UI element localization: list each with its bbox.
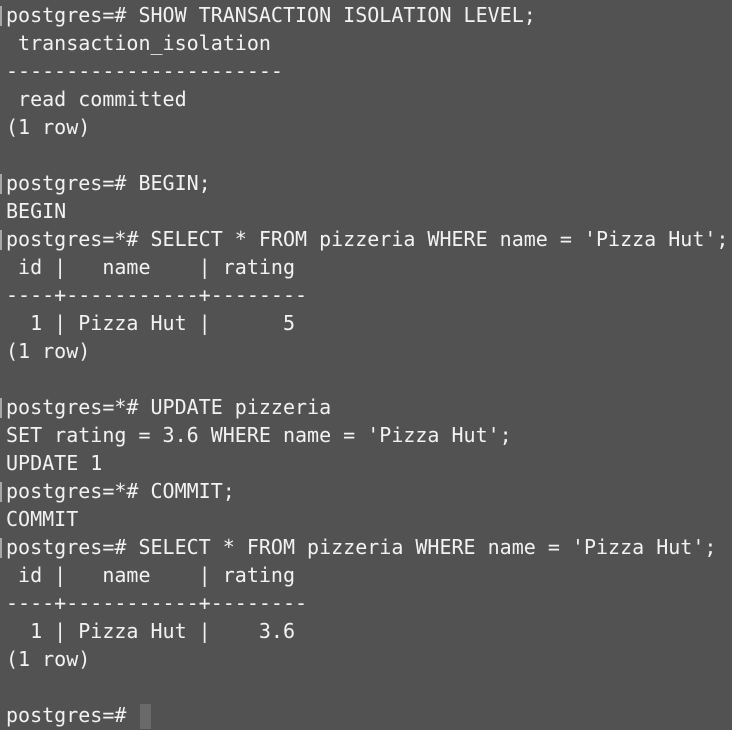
line-marker [0,538,2,558]
output-line: (1 row) [6,339,91,363]
command-line: SET rating = 3.6 WHERE name = 'Pizza Hut… [6,423,512,447]
line-marker [0,398,2,418]
output-line: UPDATE 1 [6,451,103,475]
output-line: (1 row) [6,647,91,671]
line-marker [0,230,2,250]
table-row-line: 1 | Pizza Hut | 3.6 [6,619,295,643]
command-line: postgres=*# COMMIT; [6,479,235,503]
line-marker [0,174,2,194]
table-row-line: 1 | Pizza Hut | 5 [6,311,295,335]
output-line: ----------------------- [6,59,283,83]
terminal-window[interactable]: postgres=# SHOW TRANSACTION ISOLATION LE… [0,0,732,730]
prompt-line[interactable]: postgres=# [6,701,732,729]
output-line: read committed [6,87,187,111]
output-line: (1 row) [6,115,91,139]
line-marker [0,482,2,502]
text-cursor [140,703,152,729]
command-line: postgres=# BEGIN; [6,171,211,195]
command-line: postgres=# SELECT * FROM pizzeria WHERE … [6,535,717,559]
output-line: transaction_isolation [6,31,271,55]
table-header-line: id | name | rating [6,255,295,279]
command-line: postgres=*# UPDATE pizzeria [6,395,332,419]
line-marker [0,6,2,26]
command-line: postgres=# SHOW TRANSACTION ISOLATION LE… [6,3,536,27]
output-line: COMMIT [6,507,79,531]
prompt-text: postgres=# [6,703,139,727]
command-line: postgres=*# SELECT * FROM pizzeria WHERE… [6,227,729,251]
table-separator-line: ----+-----------+-------- [6,283,308,307]
table-separator-line: ----+-----------+-------- [6,591,308,615]
table-header-line: id | name | rating [6,563,295,587]
output-line: BEGIN [6,199,67,223]
